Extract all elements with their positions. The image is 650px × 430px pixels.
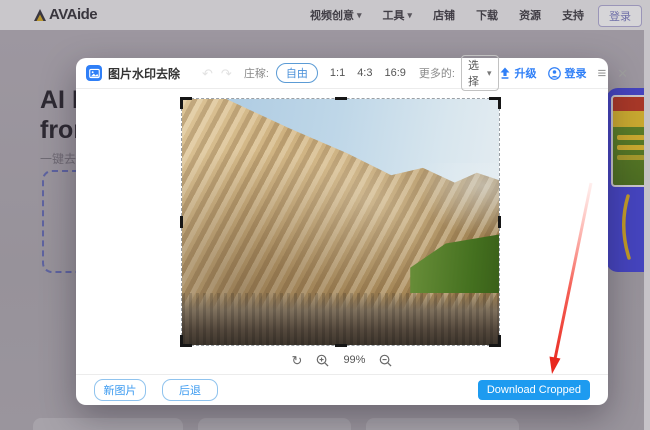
avaide-logo-icon <box>33 8 47 22</box>
menu-icon[interactable]: ≡ <box>598 66 607 81</box>
user-icon <box>548 67 561 80</box>
image-tool-icon <box>86 65 102 81</box>
history-controls: ↶ ↷ <box>202 67 232 80</box>
nav-item-video-creative[interactable]: 视频创意 ▾ <box>310 7 362 23</box>
quarry-photo <box>182 99 499 345</box>
nav-item-store[interactable]: 店铺 <box>433 7 455 23</box>
zoom-in-icon[interactable] <box>316 354 329 367</box>
crop-handle-bottom[interactable] <box>335 344 347 347</box>
top-navbar: AVAide 视频创意 ▾ 工具 ▾ 店铺 下载 资源 支持 登录 <box>0 0 650 30</box>
logo-text: AVAide <box>49 6 97 23</box>
watermark-remover-dialog: 图片水印去除 ↶ ↷ 庄稼: 自由 1:1 4:3 16:9 更多的: 选择 ▾ <box>76 58 608 405</box>
page-scrollbar[interactable] <box>644 30 650 430</box>
dialog-footer: 新图片 后退 Download Cropped <box>76 374 608 405</box>
more-ratios-label: 更多的: <box>419 65 455 81</box>
feature-card <box>366 418 519 430</box>
chevron-down-icon: ▾ <box>408 10 413 21</box>
zoom-toolbar: ↻ 99% <box>76 350 608 370</box>
redo-icon[interactable]: ↷ <box>221 67 232 80</box>
crop-handle-bottom-left[interactable] <box>180 335 192 347</box>
crop-canvas <box>76 90 608 374</box>
crop-ratio-label: 庄稼: <box>244 65 269 81</box>
crop-region[interactable] <box>182 99 499 345</box>
upgrade-button[interactable]: 升级 <box>499 65 537 81</box>
ratio-16-9-button[interactable]: 16:9 <box>384 67 405 79</box>
crop-handle-top-right[interactable] <box>489 97 501 109</box>
nav-item-download[interactable]: 下载 <box>476 7 498 23</box>
close-icon[interactable]: ✕ <box>617 67 628 80</box>
download-cropped-button[interactable]: Download Cropped <box>478 380 590 400</box>
upgrade-arrow-icon <box>499 67 511 79</box>
nav-login-button[interactable]: 登录 <box>598 5 642 27</box>
ratio-free-button[interactable]: 自由 <box>276 63 318 83</box>
ratio-1-1-button[interactable]: 1:1 <box>330 67 345 79</box>
nav-item-resources[interactable]: 资源 <box>519 7 541 23</box>
hero-subtitle: 一键去 <box>40 150 76 167</box>
feature-card <box>198 418 351 430</box>
new-image-button[interactable]: 新图片 <box>94 379 146 401</box>
dialog-login-button[interactable]: 登录 <box>548 65 587 81</box>
crop-handle-top[interactable] <box>335 97 347 100</box>
zoom-out-icon[interactable] <box>379 354 392 367</box>
ratio-select-dropdown[interactable]: 选择 ▾ <box>461 55 499 91</box>
screen: AVAide 视频创意 ▾ 工具 ▾ 店铺 下载 资源 支持 登录 <box>0 0 650 430</box>
crop-handle-left[interactable] <box>180 216 183 228</box>
dialog-header-actions: 升级 登录 ≡ ✕ <box>499 65 629 81</box>
zoom-level-value: 99% <box>343 354 365 366</box>
dialog-header: 图片水印去除 ↶ ↷ 庄稼: 自由 1:1 4:3 16:9 更多的: 选择 ▾ <box>76 58 608 89</box>
crop-handle-right[interactable] <box>498 216 501 228</box>
nav-item-tools[interactable]: 工具 ▾ <box>383 7 413 23</box>
nav-menu: 视频创意 ▾ 工具 ▾ 店铺 下载 资源 支持 <box>310 0 584 30</box>
crop-handle-bottom-right[interactable] <box>489 335 501 347</box>
undo-icon[interactable]: ↶ <box>202 67 213 80</box>
dialog-title: 图片水印去除 <box>108 65 180 82</box>
ratio-4-3-button[interactable]: 4:3 <box>357 67 372 79</box>
avaide-logo[interactable]: AVAide <box>33 6 97 23</box>
crop-handle-top-left[interactable] <box>180 97 192 109</box>
nav-item-support[interactable]: 支持 <box>562 7 584 23</box>
back-button[interactable]: 后退 <box>162 379 218 401</box>
feature-card <box>33 418 183 430</box>
chevron-down-icon: ▾ <box>487 68 492 79</box>
chevron-down-icon: ▾ <box>357 10 362 21</box>
rotate-icon[interactable]: ↻ <box>292 354 303 367</box>
